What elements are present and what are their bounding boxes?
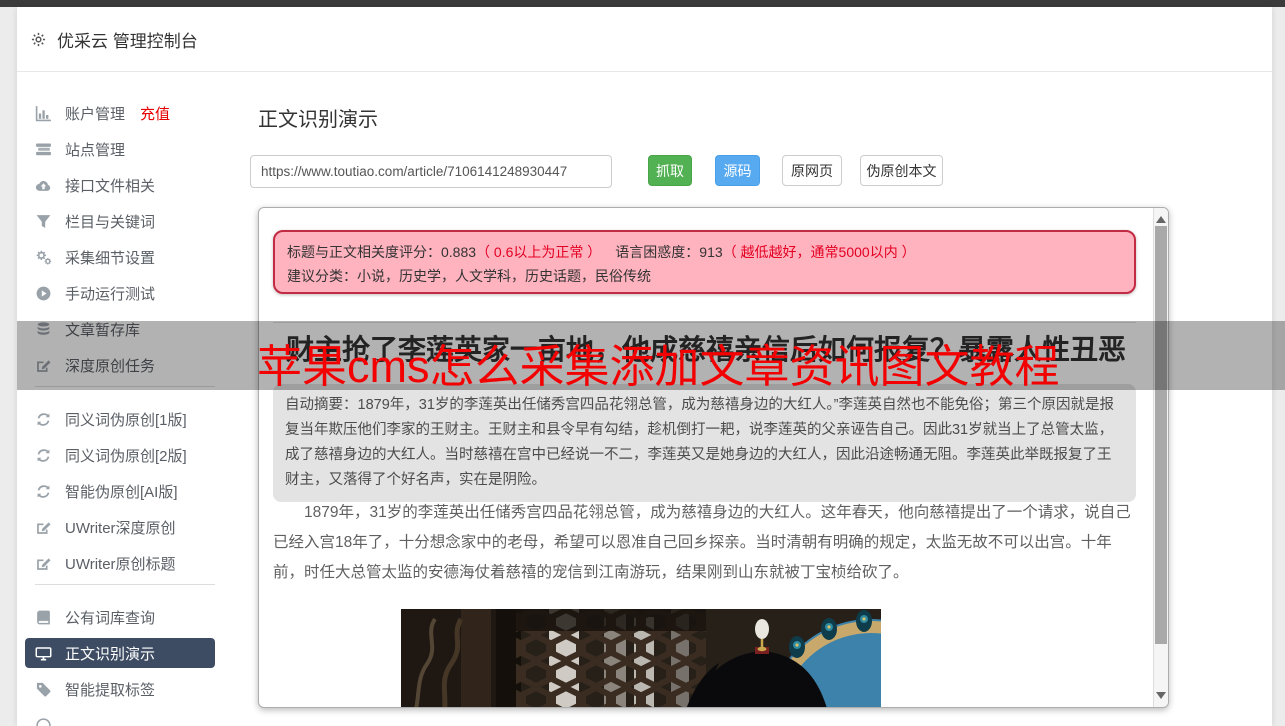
scroll-down-arrow-icon[interactable] (1156, 692, 1166, 699)
server-icon (35, 141, 52, 158)
sidebar-item-label: 采集细节设置 (65, 249, 156, 267)
perplexity-note: （ 越低越好，通常5000以内 ） (722, 244, 916, 260)
scrollbar-thumb[interactable] (1155, 226, 1167, 644)
sidebar-divider (35, 584, 215, 585)
gear-icon (30, 31, 47, 48)
sidebar-item-manual-test[interactable]: 手动运行测试 (25, 278, 215, 308)
sidebar-item-label: 智能伪原创[AI版] (65, 483, 178, 501)
relevance-score: 标题与正文相关度评分：0.883 (287, 244, 477, 260)
sidebar-item-label: 账户管理 (65, 105, 126, 123)
alert-line-scores: 标题与正文相关度评分：0.883（ 0.6以上为正常 ） 语言困惑度：913（ 越… (287, 240, 1122, 264)
page-title: 正文识别演示 (258, 109, 378, 131)
sidebar-item-label: 栏目与关键词 (65, 213, 156, 231)
article-paragraph: 1879年，31岁的李莲英出任储秀宫四品花翎总管，成为慈禧身边的大红人。这年春天… (273, 504, 1131, 581)
monitor-icon (35, 645, 52, 662)
url-input[interactable] (250, 155, 612, 188)
sidebar-item-cutoff[interactable] (25, 710, 215, 726)
sidebar-item-interface-files[interactable]: 接口文件相关 (25, 170, 215, 200)
article-photo (401, 609, 881, 707)
edit-icon (35, 555, 52, 572)
app-window: 优采云 管理控制台 账户管理 充值 站点管理 接口文件相关 栏目与关键词 采集细… (0, 0, 1285, 726)
app-header: 优采云 管理控制台 (17, 7, 1272, 72)
sidebar-item-label: 正文识别演示 (65, 645, 156, 663)
sidebar-item-smart-tags[interactable]: 智能提取标签 (25, 674, 215, 704)
refresh-icon (35, 411, 52, 428)
recharge-badge[interactable]: 充值 (140, 103, 170, 124)
analysis-alert: 标题与正文相关度评分：0.883（ 0.6以上为正常 ） 语言困惑度：913（ 越… (273, 230, 1136, 294)
sidebar-item-label: 智能提取标签 (65, 681, 156, 699)
sidebar-item-public-dictionary[interactable]: 公有词库查询 (25, 602, 215, 632)
play-circle-icon (35, 285, 52, 302)
sidebar-item-content-recognition-demo[interactable]: 正文识别演示 (25, 638, 215, 668)
tag-icon (35, 681, 52, 698)
sidebar-item-sites[interactable]: 站点管理 (25, 134, 215, 164)
edit-icon (35, 519, 52, 536)
gears-icon (35, 249, 52, 266)
relevance-note: （ 0.6以上为正常 ） (476, 244, 602, 260)
result-panel: 标题与正文相关度评分：0.883（ 0.6以上为正常 ） 语言困惑度：913（ 越… (258, 207, 1169, 708)
fetch-button[interactable]: 抓取 (648, 155, 692, 186)
perplexity-score: 语言困惑度：913 (615, 244, 723, 260)
app-title: 优采云 管理控制台 (57, 31, 198, 51)
bar-chart-icon (35, 105, 52, 122)
auto-summary-box: 自动摘要：1879年，31岁的李莲英出任储秀宫四品花翎总管，成为慈禧身边的大红人… (273, 384, 1136, 502)
sidebar-item-uwriter-title[interactable]: UWriter原创标题 (25, 548, 215, 578)
watermark-text: 苹果cms怎么采集添加文章资讯图文教程 (257, 341, 1060, 392)
sidebar-item-label: UWriter深度原创 (65, 519, 176, 537)
browser-top-strip (0, 0, 1285, 7)
cloud-upload-icon (35, 177, 52, 194)
sidebar-item-label: 手动运行测试 (65, 285, 156, 303)
sidebar-item-label: 同义词伪原创[1版] (65, 411, 187, 429)
generic-icon (35, 717, 52, 726)
alert-line-category: 建议分类：小说，历史学，人文学科，历史话题，民俗传统 (287, 268, 651, 284)
sidebar-item-ai-pseudo[interactable]: 智能伪原创[AI版] (25, 476, 215, 506)
sidebar-item-synonym-v2[interactable]: 同义词伪原创[2版] (25, 440, 215, 470)
original-page-button[interactable]: 原网页 (782, 155, 842, 186)
sidebar: 账户管理 充值 站点管理 接口文件相关 栏目与关键词 采集细节设置 手动运行测试… (17, 73, 241, 726)
filter-icon (35, 213, 52, 230)
sidebar-item-label: 站点管理 (65, 141, 126, 159)
refresh-icon (35, 483, 52, 500)
sidebar-item-account[interactable]: 账户管理 充值 (25, 98, 215, 128)
sidebar-item-uwriter-deep[interactable]: UWriter深度原创 (25, 512, 215, 542)
sidebar-item-label: 接口文件相关 (65, 177, 156, 195)
pseudo-original-button[interactable]: 伪原创本文 (860, 155, 943, 186)
book-icon (35, 609, 52, 626)
sidebar-item-synonym-v1[interactable]: 同义词伪原创[1版] (25, 404, 215, 434)
panel-scrollbar[interactable] (1153, 208, 1168, 707)
sidebar-item-label: 同义词伪原创[2版] (65, 447, 187, 465)
scroll-up-arrow-icon[interactable] (1156, 216, 1166, 223)
source-button[interactable]: 源码 (715, 155, 760, 186)
sidebar-item-columns-keywords[interactable]: 栏目与关键词 (25, 206, 215, 236)
sidebar-item-label: UWriter原创标题 (65, 555, 176, 573)
sidebar-item-collect-settings[interactable]: 采集细节设置 (25, 242, 215, 272)
sidebar-item-label: 公有词库查询 (65, 609, 156, 627)
refresh-icon (35, 447, 52, 464)
